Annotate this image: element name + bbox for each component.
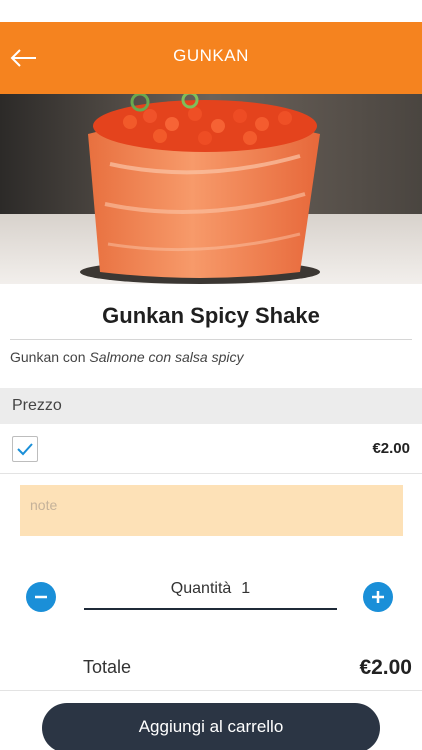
product-name: Gunkan Spicy Shake (102, 303, 320, 328)
quantity-label: Quantità (170, 580, 232, 597)
quantity-decrease-button[interactable] (26, 582, 56, 612)
price-option-row[interactable]: €2.00 (0, 424, 422, 474)
price-option-checkbox[interactable] (12, 436, 38, 462)
quantity-stepper[interactable]: Quantità 1 (84, 580, 337, 610)
price-value: €2.00 (372, 440, 410, 457)
divider (10, 339, 412, 340)
price-section-header: Prezzo (0, 388, 422, 424)
quantity-value: 1 (241, 580, 251, 597)
product-image (0, 94, 422, 284)
price-header-label: Prezzo (12, 397, 62, 414)
product-description: Gunkan con Salmone con salsa spicy (10, 349, 243, 365)
status-bar-area (0, 0, 422, 22)
plus-circle-icon (372, 591, 384, 603)
divider (0, 690, 422, 691)
page-title: GUNKAN (173, 46, 249, 65)
note-field[interactable] (20, 485, 403, 536)
quantity-increase-button[interactable] (363, 582, 393, 612)
app-bar: GUNKAN (0, 22, 422, 94)
description-prefix: Gunkan con (10, 349, 86, 365)
minus-circle-icon (35, 595, 47, 599)
add-to-cart-button[interactable]: Aggiungi al carrello (42, 703, 380, 750)
checkmark-icon (17, 443, 33, 456)
description-ingredients: Salmone con salsa spicy (89, 349, 244, 365)
total-label: Totale (83, 657, 132, 677)
total-value: €2.00 (359, 656, 412, 679)
